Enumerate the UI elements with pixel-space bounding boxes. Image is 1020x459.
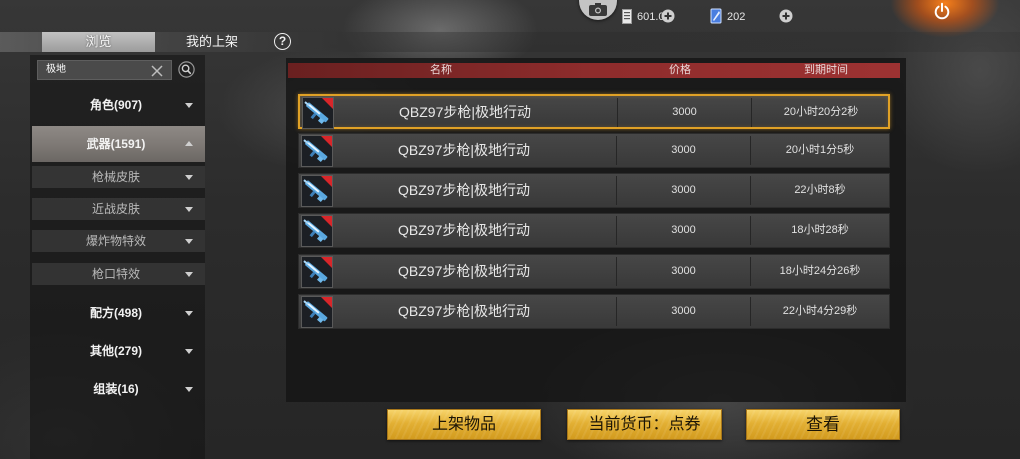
chevron-down-icon <box>185 207 193 212</box>
subcategory-explosive-effects[interactable]: 爆炸物特效 <box>32 230 205 252</box>
item-name: QBZ97步枪|极地行动 <box>398 303 530 319</box>
view-button[interactable]: 查看 <box>746 409 900 440</box>
item-expiry: 20小时20分2秒 <box>783 106 859 118</box>
list-item-button[interactable]: 上架物品 <box>387 409 541 440</box>
blue-card-icon <box>710 8 722 24</box>
listing-row[interactable]: QBZ97步枪|极地行动 3000 22小时4分29秒 <box>298 294 890 329</box>
plus-icon[interactable] <box>779 9 793 23</box>
chevron-down-icon <box>185 103 193 108</box>
subcategory-melee-skins[interactable]: 近战皮肤 <box>32 198 205 220</box>
help-icon[interactable]: ? <box>274 33 291 50</box>
item-price: 3000 <box>671 144 696 156</box>
chevron-up-icon <box>185 141 193 146</box>
item-name: QBZ97步枪|极地行动 <box>398 222 530 238</box>
category-label: 角色(907) <box>89 98 142 112</box>
tab-my-listings[interactable]: 我的上架 <box>160 32 264 52</box>
rifle-skin-icon <box>301 256 333 288</box>
subcategory-label: 近战皮肤 <box>91 202 140 216</box>
rifle-skin-icon <box>301 175 333 207</box>
listing-row[interactable]: QBZ97步枪|极地行动 3000 20小时20分2秒 <box>298 94 890 129</box>
item-name: QBZ97步枪|极地行动 <box>398 142 530 158</box>
item-price: 3000 <box>671 224 696 236</box>
power-icon[interactable] <box>933 2 951 20</box>
chevron-down-icon <box>185 311 193 316</box>
listing-row[interactable]: QBZ97步枪|极地行动 3000 18小时28秒 <box>298 213 890 248</box>
header-price: 价格 <box>669 64 691 76</box>
card-balance: 202 <box>727 11 746 23</box>
subcategory-label: 枪械皮肤 <box>91 170 140 184</box>
subcategory-label: 枪口特效 <box>91 267 140 281</box>
subcategory-gun-skins[interactable]: 枪械皮肤 <box>32 166 205 188</box>
category-weapons[interactable]: 武器(1591) <box>32 126 205 162</box>
category-label: 组装(16) <box>93 382 139 396</box>
search-input[interactable] <box>46 61 146 79</box>
category-label: 其他(279) <box>89 344 142 358</box>
item-expiry: 18小时24分26秒 <box>779 265 861 277</box>
item-price: 3000 <box>671 184 696 196</box>
close-icon[interactable] <box>151 64 163 77</box>
rifle-skin-icon <box>302 97 334 129</box>
item-name: QBZ97步枪|极地行动 <box>398 263 530 279</box>
header-name: 名称 <box>430 64 452 76</box>
header-expires: 到期时间 <box>804 64 848 76</box>
chevron-down-icon <box>185 349 193 354</box>
currency-select-button[interactable]: 当前货币：点券 <box>567 409 722 440</box>
chevron-down-icon <box>185 239 193 244</box>
item-expiry: 22小时8秒 <box>794 184 846 196</box>
category-assembly[interactable]: 组装(16) <box>32 376 205 402</box>
item-price: 3000 <box>671 265 696 277</box>
item-expiry: 18小时28秒 <box>791 224 849 236</box>
subcategory-muzzle-effects[interactable]: 枪口特效 <box>32 263 205 285</box>
category-label: 配方(498) <box>89 306 142 320</box>
item-price: 3000 <box>671 305 696 317</box>
item-name: QBZ97步枪|极地行动 <box>398 182 530 198</box>
category-label: 武器(1591) <box>86 137 146 151</box>
item-expiry: 20小时1分5秒 <box>785 144 855 156</box>
listing-row[interactable]: QBZ97步枪|极地行动 3000 20小时1分5秒 <box>298 133 890 168</box>
tab-browse[interactable]: 浏览 <box>42 32 155 52</box>
item-expiry: 22小时4分29秒 <box>782 305 858 317</box>
category-characters[interactable]: 角色(907) <box>32 92 205 118</box>
rifle-skin-icon <box>301 215 333 247</box>
listing-row[interactable]: QBZ97步枪|极地行动 3000 18小时24分26秒 <box>298 254 890 289</box>
item-price: 3000 <box>672 106 697 118</box>
listing-row[interactable]: QBZ97步枪|极地行动 3000 22小时8秒 <box>298 173 890 208</box>
category-other[interactable]: 其他(279) <box>32 338 205 364</box>
item-name: QBZ97步枪|极地行动 <box>399 104 531 120</box>
chevron-down-icon <box>185 175 193 180</box>
chevron-down-icon <box>185 272 193 277</box>
rifle-skin-icon <box>301 135 333 167</box>
chevron-down-icon <box>185 387 193 392</box>
rifle-skin-icon <box>301 296 333 328</box>
search-icon[interactable] <box>178 61 195 78</box>
subcategory-label: 爆炸物特效 <box>85 234 146 248</box>
ticket-icon <box>622 9 632 24</box>
plus-icon[interactable] <box>661 9 675 23</box>
category-recipes[interactable]: 配方(498) <box>32 300 205 326</box>
